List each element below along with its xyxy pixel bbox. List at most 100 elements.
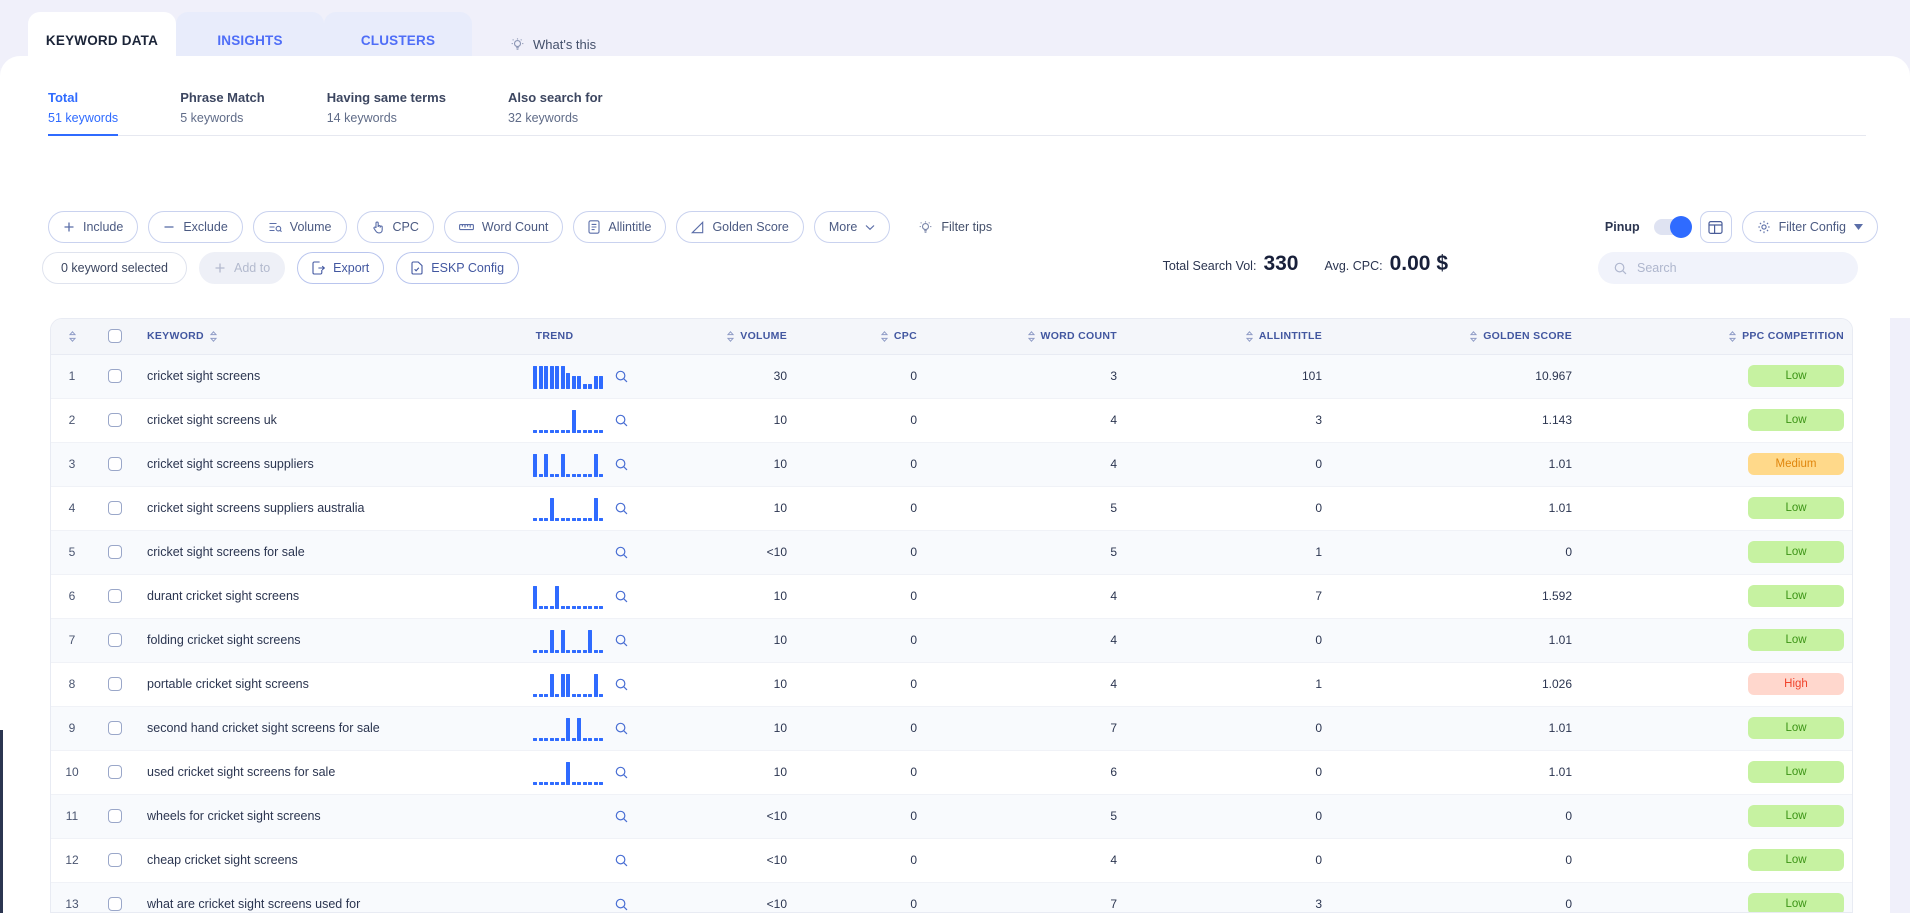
table-row[interactable]: 3 cricket sight screens suppliers 10 0 4 0 1.0…: [51, 442, 1852, 487]
row-checkbox[interactable]: [108, 457, 122, 472]
row-select-cell[interactable]: [93, 662, 137, 707]
subtab-phrase-match[interactable]: Phrase Match 5 keywords: [180, 90, 265, 125]
row-select-cell[interactable]: [93, 750, 137, 795]
row-checkbox[interactable]: [108, 897, 122, 912]
table-row[interactable]: 4 cricket sight screens suppliers austral…: [51, 486, 1852, 531]
search-box[interactable]: [1598, 252, 1858, 284]
header-cpc[interactable]: CPC: [797, 319, 927, 355]
search-serp-icon[interactable]: [615, 678, 628, 691]
row-checkbox[interactable]: [108, 677, 122, 692]
export-button[interactable]: Export: [297, 252, 385, 284]
search-serp-icon[interactable]: [615, 590, 628, 603]
row-select-cell[interactable]: [93, 706, 137, 751]
header-keyword[interactable]: KEYWORD: [137, 319, 467, 355]
keyword-cell[interactable]: cricket sight screens uk: [137, 398, 467, 443]
search-serp-icon[interactable]: [615, 502, 628, 515]
row-select-cell[interactable]: [93, 794, 137, 839]
keyword-cell[interactable]: cricket sight screens for sale: [137, 530, 467, 575]
keyword-table-container[interactable]: KEYWORD TREND VOLUME CPC WORD COUNT ALLI…: [50, 318, 1853, 913]
row-checkbox[interactable]: [108, 721, 122, 736]
table-row[interactable]: 9 second hand cricket sight screens for s…: [51, 706, 1852, 751]
include-filter-button[interactable]: Include: [48, 211, 139, 243]
search-serp-icon[interactable]: [615, 458, 628, 471]
row-select-cell[interactable]: [93, 838, 137, 883]
volume-filter-button[interactable]: Volume: [252, 211, 347, 243]
row-checkbox[interactable]: [108, 765, 122, 780]
filter-tips-link[interactable]: Filter tips: [918, 220, 992, 235]
table-scroll-gutter[interactable]: [1890, 318, 1910, 913]
keyword-cell[interactable]: portable cricket sight screens: [137, 662, 467, 707]
table-row[interactable]: 6 durant cricket sight screens 10 0 4 7 1.592 L…: [51, 574, 1852, 619]
row-checkbox[interactable]: [108, 809, 122, 824]
add-to-button[interactable]: Add to: [199, 252, 286, 284]
search-serp-icon[interactable]: [615, 414, 628, 427]
word-count-filter-button[interactable]: Word Count: [443, 211, 564, 243]
header-volume[interactable]: VOLUME: [642, 319, 797, 355]
row-checkbox[interactable]: [108, 853, 122, 868]
row-select-cell[interactable]: [93, 398, 137, 443]
row-select-cell[interactable]: [93, 442, 137, 487]
eskp-config-button[interactable]: ESKP Config: [396, 252, 520, 284]
keyword-cell[interactable]: used cricket sight screens for sale: [137, 750, 467, 795]
header-word-count[interactable]: WORD COUNT: [927, 319, 1127, 355]
table-row[interactable]: 2 cricket sight screens uk 10 0 4 3 1.143 Low: [51, 398, 1852, 443]
keyword-cell[interactable]: second hand cricket sight screens for sa…: [137, 706, 467, 751]
search-serp-icon[interactable]: [615, 546, 628, 559]
table-row[interactable]: 11 wheels for cricket sight screens <10 0 5 0…: [51, 794, 1852, 839]
keyword-cell[interactable]: cricket sight screens suppliers australi…: [137, 486, 467, 531]
row-checkbox[interactable]: [108, 501, 122, 516]
row-select-cell[interactable]: [93, 486, 137, 531]
search-serp-icon[interactable]: [615, 810, 628, 823]
header-index[interactable]: [51, 319, 93, 355]
subtab-also-search-for[interactable]: Also search for 32 keywords: [508, 90, 603, 125]
search-serp-icon[interactable]: [615, 766, 628, 779]
keyword-cell[interactable]: durant cricket sight screens: [137, 574, 467, 619]
keyword-cell[interactable]: cheap cricket sight screens: [137, 838, 467, 883]
whats-this-link[interactable]: What's this: [510, 37, 596, 52]
table-row[interactable]: 13 what are cricket sight screens used fo…: [51, 882, 1852, 912]
search-serp-icon[interactable]: [615, 722, 628, 735]
table-row[interactable]: 8 portable cricket sight screens 10 0 4 1 1.02…: [51, 662, 1852, 707]
row-select-cell[interactable]: [93, 618, 137, 663]
row-checkbox[interactable]: [108, 589, 122, 604]
header-trend[interactable]: TREND: [467, 319, 642, 355]
keyword-cell[interactable]: wheels for cricket sight screens: [137, 794, 467, 839]
subtab-having-same-terms[interactable]: Having same terms 14 keywords: [327, 90, 446, 125]
row-checkbox[interactable]: [108, 545, 122, 560]
cpc-filter-button[interactable]: CPC: [356, 211, 434, 243]
search-serp-icon[interactable]: [615, 634, 628, 647]
layout-columns-button[interactable]: [1699, 211, 1732, 243]
golden-score-filter-button[interactable]: Golden Score: [676, 211, 804, 243]
header-golden-score[interactable]: GOLDEN SCORE: [1332, 319, 1582, 355]
row-select-cell[interactable]: [93, 354, 137, 399]
row-checkbox[interactable]: [108, 369, 122, 384]
table-row[interactable]: 10 used cricket sight screens for sale 10 0…: [51, 750, 1852, 795]
table-row[interactable]: 7 folding cricket sight screens 10 0 4 0 1.01 L…: [51, 618, 1852, 663]
keyword-cell[interactable]: what are cricket sight screens used for: [137, 882, 467, 912]
table-row[interactable]: 12 cheap cricket sight screens <10 0 4 0 0 Low: [51, 838, 1852, 883]
row-select-cell[interactable]: [93, 574, 137, 619]
search-serp-icon[interactable]: [615, 898, 628, 911]
pinup-toggle[interactable]: [1653, 216, 1692, 238]
search-serp-icon[interactable]: [615, 854, 628, 867]
filter-config-button[interactable]: Filter Config: [1741, 211, 1878, 243]
exclude-filter-button[interactable]: Exclude: [148, 211, 243, 243]
row-select-cell[interactable]: [93, 530, 137, 575]
search-input[interactable]: [1637, 261, 1842, 275]
header-allintitle[interactable]: ALLINTITLE: [1127, 319, 1332, 355]
keyword-cell[interactable]: cricket sight screens suppliers: [137, 442, 467, 487]
keyword-cell[interactable]: cricket sight screens: [137, 354, 467, 399]
keyword-cell[interactable]: folding cricket sight screens: [137, 618, 467, 663]
header-select-all[interactable]: [93, 319, 137, 355]
select-all-checkbox[interactable]: [108, 329, 122, 344]
row-select-cell[interactable]: [93, 882, 137, 912]
table-row[interactable]: 5 cricket sight screens for sale <10 0 5 1 0 Lo…: [51, 530, 1852, 575]
header-ppc-competition[interactable]: PPC COMPETITION: [1582, 319, 1852, 355]
allintitle-filter-button[interactable]: Allintitle: [573, 211, 667, 243]
more-filters-button[interactable]: More: [813, 211, 891, 243]
row-checkbox[interactable]: [108, 633, 122, 648]
subtab-total[interactable]: Total 51 keywords: [48, 90, 119, 136]
row-checkbox[interactable]: [108, 413, 122, 428]
table-row[interactable]: 1 cricket sight screens 30 0 3 101 10.967 Low: [51, 354, 1852, 399]
search-serp-icon[interactable]: [615, 370, 628, 383]
